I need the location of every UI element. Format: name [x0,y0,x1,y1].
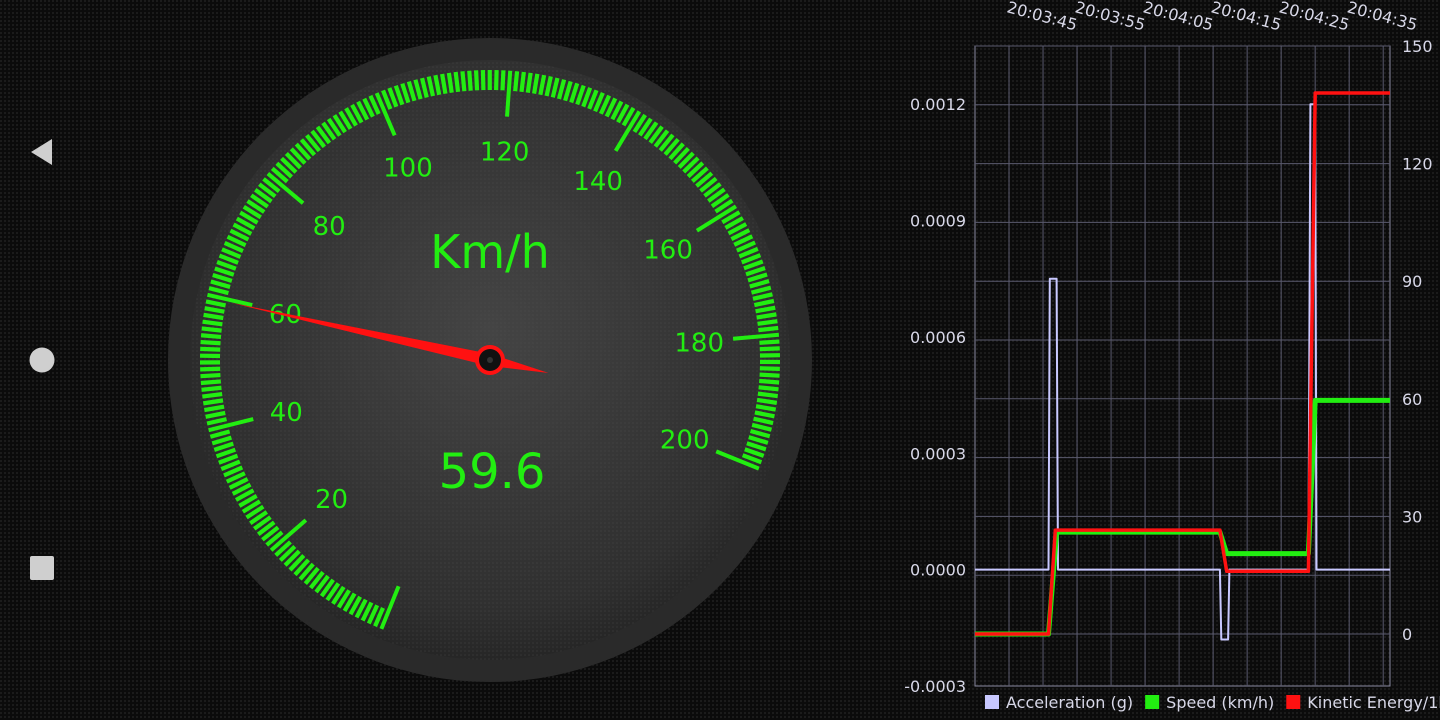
chart-series-lines [975,91,1390,641]
home-circle-icon [29,347,55,373]
navigation-bar [0,0,84,720]
series-line-speed-km-h [975,397,1390,637]
gauge-minor-tick [759,378,780,385]
gauge-minor-tick [513,71,520,92]
gauge-minor-tick [525,72,533,93]
gauge-minor-tick [759,366,780,371]
gauge-minor-tick [758,325,779,333]
gauge-minor-tick [758,385,779,392]
gauge-minor-tick [200,346,221,352]
gauge-minor-tick [201,326,222,333]
back-button[interactable] [22,132,62,172]
chart-right-tick-label: 60 [1402,390,1422,409]
gauge-scale-label: 160 [643,236,693,266]
gauge-minor-tick [202,398,224,406]
legend-swatch [1286,695,1301,709]
gauge-scale-label: 100 [383,154,433,184]
chart-x-tick-label: 20:04:35 [1345,0,1419,34]
gauge-minor-tick [500,70,506,91]
home-button[interactable] [22,340,62,380]
legend-swatch [985,695,999,709]
chart-x-axis-labels: 20:03:4520:03:5520:04:0520:04:1520:04:25… [1005,0,1419,34]
gauge-scale-label: 140 [573,167,623,197]
chart-x-tick-label: 20:04:25 [1277,0,1351,34]
gauge-minor-tick [202,391,223,399]
gauge-minor-tick [200,366,221,372]
legend-swatch [1145,695,1160,709]
chart-right-tick-label: 90 [1402,272,1422,291]
current-speed-readout: 59.6 [439,444,546,500]
gauge-minor-tick [757,319,778,326]
legend-label: Speed (km/h) [1166,693,1274,712]
series-line-kinetic-energy-1kg [975,91,1390,636]
chart-right-axis-labels: 0 30 60 90 120 150 [1402,37,1433,644]
gauge-minor-tick [519,71,526,93]
chart-right-tick-label: 30 [1402,507,1422,526]
gauge-minor-tick [759,339,780,345]
gauge-minor-tick [200,372,221,379]
gauge-minor-tick [467,70,473,91]
gauge-scale-label: 120 [480,138,530,168]
gauge-minor-tick [446,72,454,94]
recents-button[interactable] [22,548,62,588]
chart-x-tick-label: 20:03:45 [1005,0,1079,34]
gauge-scale-label: 20 [315,485,348,515]
chart-left-tick-label: 0.0012 [910,95,966,114]
gauge-scale-label: 180 [674,329,724,359]
chart-left-tick-label: 0.0009 [910,212,966,231]
legend-label: Kinetic Energy/1kg [1307,693,1440,712]
gauge-scale-label: 80 [313,212,346,242]
chart-left-tick-label: -0.0003 [904,677,966,696]
chart-left-tick-label: 0.0003 [910,444,966,463]
gauge-minor-tick [757,391,779,399]
speedometer-gauge: 20406080100120140160180200 Km/h 59.6 [168,38,812,682]
gauge-minor-tick [200,339,221,346]
recents-square-icon [30,556,54,580]
gauge-minor-tick [759,346,780,352]
chart-x-tick-label: 20:04:05 [1141,0,1215,34]
chart-left-tick-label: 0.0006 [910,328,966,347]
gauge-minor-tick [201,385,222,392]
gauge-minor-tick [473,70,480,91]
gauge-minor-tick [453,71,461,93]
chart-right-tick-label: 0 [1402,625,1412,644]
gauge-minor-tick [202,319,223,327]
series-line-acceleration-g [975,103,1390,641]
gauge-minor-tick [756,397,778,405]
gauge-minor-tick [200,333,222,340]
chart-left-axis-labels: -0.0003 0.0000 0.0003 0.0006 0.0009 0.0012 [904,95,966,696]
back-triangle-icon [31,139,52,165]
chart-legend: Acceleration (g) Speed (km/h) Kinetic Ener… [985,693,1440,712]
telemetry-chart: 20:03:4520:03:5520:04:0520:04:1520:04:25… [904,0,1440,712]
gauge-minor-tick [460,71,467,92]
chart-x-tick-label: 20:03:55 [1073,0,1147,34]
chart-right-tick-label: 120 [1402,155,1433,174]
gauge-minor-tick [200,379,222,386]
chart-left-tick-label: 0.0000 [910,561,966,580]
chart-right-tick-label: 150 [1402,37,1433,56]
gauge-scale-label: 40 [270,398,303,428]
gauge-scale-label: 200 [660,426,710,456]
gauge-unit-label: Km/h [430,225,550,279]
chart-x-tick-label: 20:04:15 [1209,0,1283,34]
legend-label: Acceleration (g) [1006,693,1133,712]
chart-grid [974,45,1391,687]
gauge-minor-tick [759,372,780,378]
